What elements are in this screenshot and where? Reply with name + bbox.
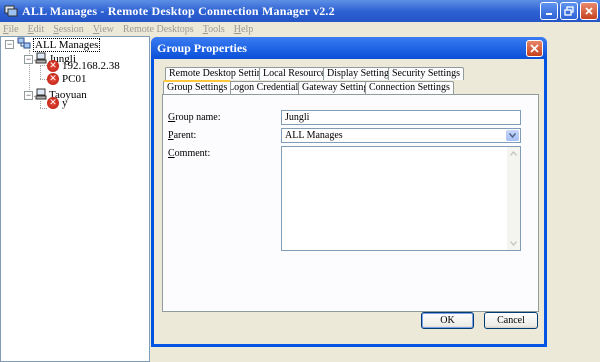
menu-session[interactable]: Session	[53, 24, 84, 35]
menu-help[interactable]: Help	[234, 24, 253, 35]
menu-tools[interactable]: Tools	[203, 24, 225, 35]
comment-label: Comment:	[168, 148, 211, 159]
window-title: ALL Manages - Remote Desktop Connection …	[22, 3, 335, 18]
tree-label-server: PC01	[62, 73, 87, 85]
group-properties-dialog: Group Properties Remote Desktop Settings…	[151, 37, 547, 347]
dialog-titlebar[interactable]: Group Properties	[151, 37, 547, 59]
dialog-body: Remote Desktop Settings Local Resources …	[154, 59, 544, 344]
tab-security-settings[interactable]: Security Settings	[388, 67, 465, 80]
menu-view[interactable]: View	[93, 24, 114, 35]
ok-button[interactable]: OK	[421, 312, 474, 329]
network-group-icon	[17, 37, 31, 53]
parent-select-value: ALL Manages	[285, 130, 343, 141]
server-group-icon	[35, 52, 47, 67]
tree-node-server-pc01[interactable]: ✕ PC01	[47, 72, 86, 86]
tree-connector	[40, 101, 41, 108]
tree-node-server-192-168-2-38[interactable]: ✕ 192.168.2.38	[47, 59, 120, 73]
collapse-group-taoyuan-icon[interactable]: −	[24, 91, 33, 100]
menu-edit[interactable]: Edit	[28, 24, 45, 35]
tab-connection-settings[interactable]: Connection Settings	[365, 81, 454, 94]
menu-remote-desktops[interactable]: Remote Desktops	[123, 24, 194, 35]
collapse-root-icon[interactable]: −	[5, 40, 14, 49]
close-window-button[interactable]	[580, 2, 598, 20]
server-group-icon	[35, 88, 47, 103]
dialog-title: Group Properties	[157, 40, 247, 55]
tree-label-root: ALL Manages	[33, 38, 101, 52]
error-status-icon: ✕	[47, 97, 59, 109]
scroll-up-arrow-icon[interactable]	[507, 147, 520, 160]
comment-textarea[interactable]	[281, 146, 521, 251]
chevron-down-icon[interactable]	[506, 130, 519, 141]
collapse-group-jungli-icon[interactable]: −	[24, 55, 33, 64]
restore-button[interactable]	[560, 2, 578, 20]
tree-connector	[40, 108, 47, 109]
parent-select[interactable]: ALL Manages	[281, 128, 521, 143]
cancel-button[interactable]: Cancel	[484, 312, 538, 329]
tab-group-settings[interactable]: Group Settings	[163, 80, 232, 94]
group-settings-panel: Group name: Jungli Parent: ALL Manages C…	[162, 94, 539, 312]
menu-file[interactable]: File	[3, 24, 19, 35]
tree-node-server-y[interactable]: ✕ y	[47, 96, 68, 110]
parent-label: Parent:	[168, 130, 197, 141]
tab-display-settings[interactable]: Display Settings	[323, 67, 397, 80]
minimize-button[interactable]	[540, 2, 558, 20]
error-status-icon: ✕	[47, 73, 59, 85]
comment-scrollbar[interactable]	[507, 147, 520, 250]
tree-connector	[40, 66, 41, 79]
main-titlebar[interactable]: ALL Manages - Remote Desktop Connection …	[0, 0, 600, 22]
tab-logon-credentials[interactable]: Logon Credentials	[224, 81, 307, 94]
tree-label-server: y	[62, 97, 68, 109]
error-status-icon: ✕	[47, 60, 59, 72]
tree-connector	[40, 79, 47, 80]
group-name-input[interactable]: Jungli	[281, 110, 521, 125]
tree-label-server: 192.168.2.38	[62, 60, 120, 72]
server-tree[interactable]: − ALL Manages − Jungli ✕ 192.168.2.38 ✕ …	[0, 36, 150, 362]
group-name-label: Group name:	[168, 112, 221, 123]
dialog-close-button[interactable]	[526, 40, 543, 57]
scroll-down-arrow-icon[interactable]	[507, 237, 520, 250]
menu-bar: File Edit Session View Remote Desktops T…	[0, 22, 600, 36]
tree-node-root[interactable]: ALL Manages	[17, 37, 101, 53]
rdcman-app-icon	[4, 4, 18, 18]
